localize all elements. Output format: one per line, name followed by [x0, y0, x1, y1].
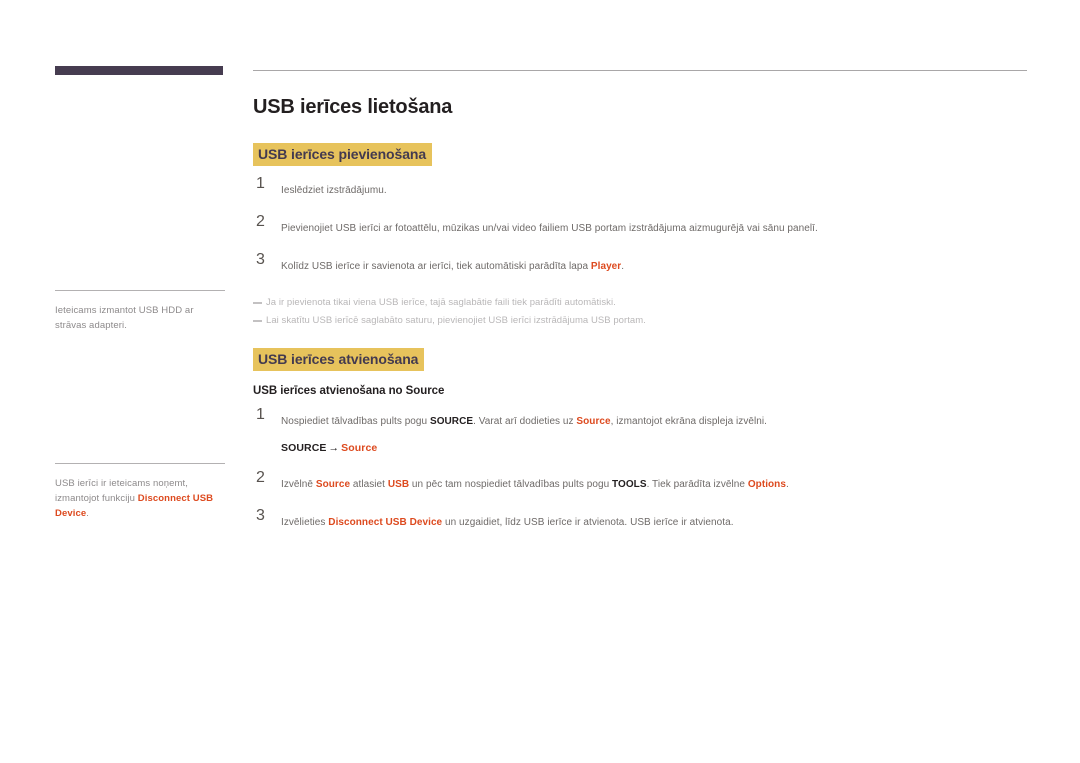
document-page: Ieteicams izmantot USB HDD ar strāvas ad…	[0, 0, 1080, 763]
margin-note-text: Ieteicams izmantot USB HDD ar strāvas ad…	[55, 305, 194, 331]
section-heading: USB ierīces atvienošana	[253, 348, 425, 371]
step-number: 3	[256, 251, 265, 268]
notes-list: Ja ir pievienota tikai viena USB ierīce,…	[253, 294, 1033, 330]
step-text: Nospiediet tālvadības pults pogu SOURCE.…	[281, 416, 767, 427]
list-item: 1 Nospiediet tālvadības pults pogu SOURC…	[253, 407, 1033, 455]
note-item: Lai skatītu USB ierīcē saglabāto saturu,…	[253, 312, 1033, 330]
section-subheading: USB ierīces atvienošana no Source	[253, 385, 445, 397]
header-divider-rule	[253, 70, 1027, 71]
margin-note-rule	[55, 463, 225, 464]
header-accent-bar	[55, 66, 223, 75]
steps-list: 1 Nospiediet tālvadības pults pogu SOURC…	[253, 407, 1033, 530]
list-item: 2 Izvēlnē Source atlasiet USB un pēc tam…	[253, 470, 1033, 492]
section-connecting: USB ierīces pievienošana 1 Ieslēdziet iz…	[253, 143, 1033, 348]
page-title: USB ierīces lietošana	[253, 96, 453, 118]
note-text: Lai skatītu USB ierīcē saglabāto saturu,…	[266, 315, 646, 326]
step-text: Izvēlieties Disconnect USB Device un uzg…	[281, 517, 734, 528]
dash-icon	[253, 320, 262, 322]
step-number: 3	[256, 507, 265, 524]
list-item: 3 Izvēlieties Disconnect USB Device un u…	[253, 508, 1033, 530]
step-number: 1	[256, 175, 265, 192]
step-text: Kolīdz USB ierīce ir savienota ar ierīci…	[281, 261, 625, 272]
note-item: Ja ir pievienota tikai viena USB ierīce,…	[253, 294, 1033, 312]
margin-note: USB ierīci ir ieteicams noņemt, izmantoj…	[55, 463, 225, 521]
step-number: 1	[256, 406, 265, 423]
margin-notes-column: Ieteicams izmantot USB HDD ar strāvas ad…	[55, 290, 225, 521]
step-text: Izvēlnē Source atlasiet USB un pēc tam n…	[281, 479, 789, 490]
margin-note-rule	[55, 290, 225, 291]
dash-icon	[253, 302, 262, 304]
step-text: Pievienojiet USB ierīci ar fotoattēlu, m…	[281, 223, 818, 234]
step-text: Ieslēdziet izstrādājumu.	[281, 185, 387, 196]
section-heading: USB ierīces pievienošana	[253, 143, 433, 166]
menu-path: SOURCE → Source	[281, 442, 378, 454]
margin-note: Ieteicams izmantot USB HDD ar strāvas ad…	[55, 290, 225, 333]
steps-list: 1 Ieslēdziet izstrādājumu. 2 Pievienojie…	[253, 176, 1033, 274]
section-removing: USB ierīces atvienošana USB ierīces atvi…	[253, 348, 1033, 530]
note-text: Ja ir pievienota tikai viena USB ierīce,…	[266, 297, 616, 308]
step-number: 2	[256, 469, 265, 486]
main-content-column: USB ierīces lietošana USB ierīces pievie…	[253, 96, 1033, 550]
list-item: 2 Pievienojiet USB ierīci ar fotoattēlu,…	[253, 214, 1033, 236]
list-item: 3 Kolīdz USB ierīce ir savienota ar ierī…	[253, 252, 1033, 274]
list-item: 1 Ieslēdziet izstrādājumu.	[253, 176, 1033, 198]
step-number: 2	[256, 213, 265, 230]
margin-note-text: USB ierīci ir ieteicams noņemt, izmantoj…	[55, 478, 214, 519]
